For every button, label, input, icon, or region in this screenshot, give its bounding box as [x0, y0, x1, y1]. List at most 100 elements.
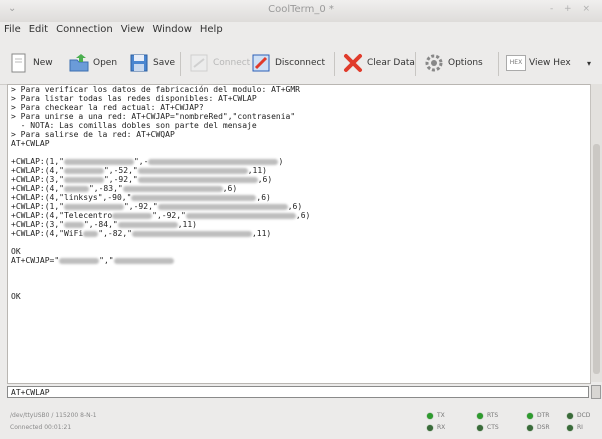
- clear-x-icon: [344, 54, 362, 72]
- terminal-output[interactable]: > Para verificar los datos de fabricació…: [7, 84, 591, 384]
- gear-icon: [425, 54, 443, 72]
- terminal-line-fragment: ",-92,": [123, 202, 158, 211]
- terminal-line-text: +CWLAP:(4,"Telecentro: [11, 211, 113, 220]
- toolbar-separator: [498, 52, 499, 76]
- terminal-line: +CWLAP:(4," ",-83," ,6): [11, 184, 590, 193]
- terminal-line-text: AT+CWLAP: [11, 139, 50, 148]
- terminal-line: +CWLAP:(3," ",-92," ,6): [11, 175, 590, 184]
- redacted-text: [185, 212, 296, 219]
- terminal-line: ​: [11, 274, 590, 283]
- view-hex-button[interactable]: HEX View Hex: [506, 50, 571, 76]
- led-dcd: DCD: [567, 412, 590, 419]
- hex-icon: HEX: [506, 55, 526, 71]
- connect-button[interactable]: Connect: [188, 50, 250, 76]
- disconnect-button[interactable]: Disconnect: [250, 50, 325, 76]
- redacted-text: [131, 230, 252, 237]
- toolbar-overflow-chevron-icon[interactable]: ▾: [587, 50, 591, 76]
- terminal-line-fragment: ,11): [247, 166, 267, 175]
- send-input[interactable]: AT+CWLAP: [7, 386, 589, 398]
- terminal-line-fragment: ): [278, 157, 284, 166]
- led-dsr: DSR: [527, 424, 550, 431]
- menu-help[interactable]: Help: [196, 22, 227, 35]
- led-rts-icon: [477, 412, 483, 419]
- terminal-line-text: > Para unirse a una red: AT+CWJAP="nombr…: [11, 112, 296, 121]
- redacted-text: [137, 176, 258, 183]
- port-settings: /dev/ttyUSB0 / 115200 8-N-1: [10, 412, 97, 419]
- terminal-line: ​: [11, 148, 590, 157]
- terminal-scrollbar[interactable]: [590, 84, 602, 382]
- scrollbar-thumb[interactable]: [593, 144, 600, 374]
- redacted-text: [157, 203, 288, 210]
- terminal-line-fragment: ,11): [177, 220, 197, 229]
- terminal-line: OK: [11, 292, 590, 301]
- redacted-text: [113, 257, 174, 264]
- new-document-icon: [11, 53, 26, 73]
- menu-bar: File Edit Connection View Window Help: [0, 22, 602, 40]
- menu-file[interactable]: File: [0, 22, 25, 35]
- window-controls[interactable]: ‑ + ×: [550, 4, 594, 14]
- menu-connection[interactable]: Connection: [52, 22, 117, 35]
- terminal-line: > Para verificar los datos de fabricació…: [11, 85, 590, 94]
- redacted-text: [63, 167, 104, 174]
- new-button[interactable]: New: [8, 50, 53, 76]
- terminal-line-fragment: ",-83,": [88, 184, 123, 193]
- redacted-text: [148, 158, 279, 165]
- terminal-line-fragment: ,11): [251, 229, 272, 238]
- status-bar: /dev/ttyUSB0 / 115200 8-N-1 Connected 00…: [0, 402, 602, 439]
- led-dcd-icon: [567, 412, 573, 419]
- window-title: CoolTerm_0 *: [268, 4, 334, 15]
- terminal-line: +CWLAP:(3," ",-84," ,11): [11, 220, 590, 229]
- terminal-line: - NOTA: Las comillas dobles son parte de…: [11, 121, 590, 130]
- terminal-text: > Para verificar los datos de fabricació…: [8, 85, 590, 301]
- send-button[interactable]: [591, 385, 601, 399]
- terminal-line-fragment: ",-: [133, 157, 149, 166]
- toolbar-separator: [180, 52, 181, 76]
- redacted-text: [63, 203, 124, 210]
- terminal-line: +CWLAP:(4,"WiFi ",-82," ,11): [11, 229, 590, 238]
- terminal-line: +CWLAP:(4,"Telecentro ",-92," ,6): [11, 211, 590, 220]
- redacted-text: [112, 212, 153, 219]
- save-button[interactable]: Save: [128, 50, 175, 76]
- terminal-line: > Para listar todas las redes disponible…: [11, 94, 590, 103]
- terminal-line-fragment: ,6): [295, 211, 311, 220]
- options-button[interactable]: Options: [423, 50, 483, 76]
- terminal-line-text: +CWLAP:(3,": [11, 175, 64, 184]
- terminal-line: ​: [11, 283, 590, 292]
- terminal-line: +CWLAP:(1," ",-): [11, 157, 590, 166]
- led-rx: RX: [427, 424, 445, 431]
- terminal-line: > Para unirse a una red: AT+CWJAP="nombr…: [11, 112, 590, 121]
- terminal-line: +CWLAP:(4," ",-52," ,11): [11, 166, 590, 175]
- terminal-line-text: +CWLAP:(4,": [11, 184, 64, 193]
- terminal-line-text: +CWLAP:(4,"WiFi: [11, 229, 84, 238]
- clear-data-button[interactable]: Clear Data: [342, 50, 415, 76]
- led-ri: RI: [567, 424, 583, 431]
- save-disk-icon: [130, 54, 148, 72]
- led-dtr: DTR: [527, 412, 549, 419]
- menu-edit[interactable]: Edit: [25, 22, 52, 35]
- terminal-line-text: > Para verificar los datos de fabricació…: [11, 85, 300, 94]
- terminal-line: ​: [11, 265, 590, 274]
- menu-view[interactable]: View: [117, 22, 149, 35]
- terminal-line-fragment: ,6): [256, 193, 271, 202]
- connect-icon: [190, 54, 208, 72]
- terminal-line: AT+CWLAP: [11, 139, 590, 148]
- terminal-line-fragment: ",-84,": [83, 220, 118, 229]
- menu-window[interactable]: Window: [148, 22, 195, 35]
- app-window: ⌄ CoolTerm_0 * ‑ + × File Edit Connection V…: [0, 0, 602, 439]
- disconnect-icon: [252, 54, 270, 72]
- terminal-line-text: +CWLAP:(1,": [11, 157, 64, 166]
- toolbar: New Open Save Connect Disconnect Clear D…: [0, 40, 602, 85]
- led-ri-icon: [567, 424, 573, 431]
- redacted-text: [131, 194, 257, 201]
- open-button[interactable]: Open: [68, 50, 117, 76]
- redacted-text: [63, 221, 84, 228]
- redacted-text: [63, 176, 104, 183]
- title-bar: ⌄ CoolTerm_0 * ‑ + ×: [0, 0, 602, 22]
- redacted-text: [83, 230, 99, 237]
- led-dsr-icon: [527, 424, 533, 431]
- terminal-line: > Para salirse de la red: AT+CWQAP: [11, 130, 590, 139]
- led-rts: RTS: [477, 412, 498, 419]
- redacted-text: [117, 221, 178, 228]
- redacted-text: [122, 185, 223, 192]
- terminal-line-text: - NOTA: Las comillas dobles son parte de…: [11, 121, 257, 130]
